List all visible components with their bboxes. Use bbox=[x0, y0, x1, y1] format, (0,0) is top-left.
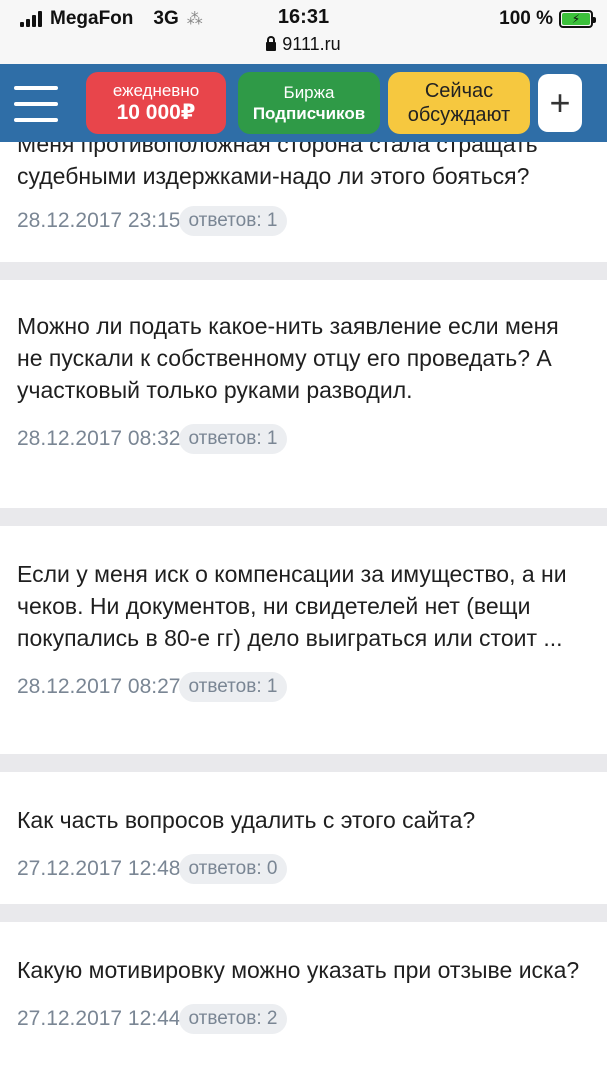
charging-icon: ⚡ bbox=[562, 13, 590, 25]
daily-prize-amount: 10 000₽ bbox=[116, 101, 196, 124]
card-divider bbox=[0, 754, 607, 772]
question-meta: 28.12.2017 08:32 ответов: 1 bbox=[17, 424, 587, 454]
question-text[interactable]: Можно ли подать какое-нить заявление есл… bbox=[17, 310, 587, 406]
subscribers-exchange-label-2: Подписчиков bbox=[252, 104, 366, 123]
question-card[interactable]: Как часть вопросов удалить с этого сайта… bbox=[0, 772, 607, 904]
question-card[interactable]: Меня противоположная сторона стала стращ… bbox=[0, 142, 607, 262]
question-card[interactable]: Какую мотивировку можно указать при отзы… bbox=[0, 922, 607, 1080]
url-text: 9111.ru bbox=[282, 34, 341, 54]
question-text[interactable]: Если у меня иск о компенсации за имущест… bbox=[17, 558, 587, 654]
question-meta: 27.12.2017 12:44 ответов: 2 bbox=[17, 1004, 587, 1034]
answers-badge[interactable]: ответов: 1 bbox=[178, 424, 288, 454]
lock-icon bbox=[266, 36, 277, 51]
add-question-button[interactable]: + bbox=[538, 74, 582, 132]
question-meta: 28.12.2017 23:15 ответов: 1 bbox=[17, 206, 587, 236]
now-discussing-label-1: Сейчас bbox=[424, 80, 494, 102]
questions-feed: Меня противоположная сторона стала стращ… bbox=[0, 142, 607, 1080]
question-meta: 28.12.2017 08:27 ответов: 1 bbox=[17, 672, 587, 702]
now-discussing-label-2: обсуждают bbox=[407, 104, 511, 126]
battery-percent: 100 % bbox=[499, 8, 553, 29]
answers-badge[interactable]: ответов: 1 bbox=[178, 672, 288, 702]
card-divider bbox=[0, 904, 607, 922]
daily-prize-label: ежедневно bbox=[112, 81, 200, 100]
answers-badge[interactable]: ответов: 0 bbox=[178, 854, 288, 884]
address-bar[interactable]: 9111.ru bbox=[0, 34, 607, 55]
status-right: 100 % ⚡ bbox=[499, 8, 596, 30]
card-divider bbox=[0, 262, 607, 280]
question-text[interactable]: Какую мотивировку можно указать при отзы… bbox=[17, 954, 587, 986]
question-date: 28.12.2017 08:32 bbox=[17, 427, 181, 450]
question-card[interactable]: Можно ли подать какое-нить заявление есл… bbox=[0, 280, 607, 508]
daily-prize-button[interactable]: ежедневно 10 000₽ bbox=[86, 72, 226, 134]
question-date: 28.12.2017 08:27 bbox=[17, 675, 181, 698]
question-card[interactable]: Если у меня иск о компенсации за имущест… bbox=[0, 526, 607, 754]
question-meta: 27.12.2017 12:48 ответов: 0 bbox=[17, 854, 587, 884]
question-date: 27.12.2017 12:48 bbox=[17, 857, 181, 880]
site-header: ежедневно 10 000₽ Биржа Подписчиков Сейч… bbox=[0, 64, 607, 142]
menu-icon[interactable] bbox=[14, 86, 58, 122]
question-date: 27.12.2017 12:44 bbox=[17, 1007, 181, 1030]
answers-badge[interactable]: ответов: 1 bbox=[178, 206, 288, 236]
now-discussing-button[interactable]: Сейчас обсуждают bbox=[388, 72, 530, 134]
subscribers-exchange-label-1: Биржа bbox=[283, 83, 335, 102]
card-divider bbox=[0, 508, 607, 526]
subscribers-exchange-button[interactable]: Биржа Подписчиков bbox=[238, 72, 380, 134]
answers-badge[interactable]: ответов: 2 bbox=[178, 1004, 288, 1034]
question-text[interactable]: Как часть вопросов удалить с этого сайта… bbox=[17, 804, 587, 836]
question-text[interactable]: Меня противоположная сторона стала стращ… bbox=[17, 142, 587, 192]
status-bar: MegaFon 3G ⁂ 16:31 100 % ⚡ 9111.ru bbox=[0, 0, 607, 64]
question-date: 28.12.2017 23:15 bbox=[17, 209, 181, 232]
battery-icon: ⚡ bbox=[559, 10, 596, 28]
